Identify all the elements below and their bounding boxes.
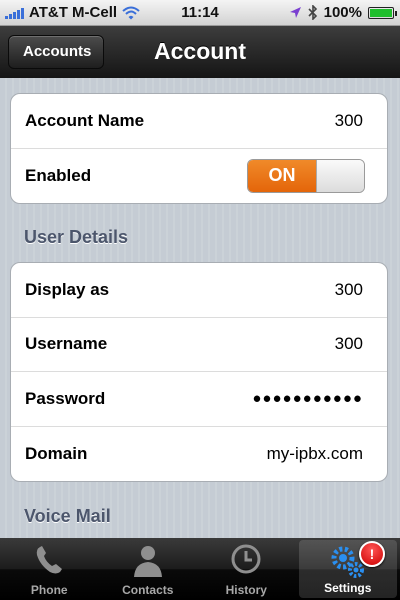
tab-phone-label: Phone <box>30 583 68 597</box>
password-label: Password <box>25 388 106 408</box>
tab-settings-label: Settings <box>324 581 372 595</box>
clock-icon <box>231 544 261 574</box>
display-as-row[interactable]: Display as 300 <box>11 263 387 318</box>
display-as-label: Display as <box>25 279 110 299</box>
account-group: Account Name 300 Enabled ON <box>10 93 388 204</box>
status-bar: AT&T M-Cell 11:14 100% <box>0 0 400 26</box>
password-value: ●●●●●●●●●●● <box>252 390 363 408</box>
username-value: 300 <box>334 334 363 354</box>
location-arrow-icon <box>289 7 301 18</box>
enabled-toggle[interactable]: ON <box>247 158 365 193</box>
voice-mail-header: Voice Mail <box>24 506 111 526</box>
tab-settings[interactable]: ! Settings <box>298 540 397 598</box>
tab-phone[interactable]: Phone <box>0 538 99 600</box>
contacts-icon <box>133 546 162 577</box>
status-right: 100% <box>289 4 397 21</box>
user-details-group: Display as 300 Username 300 Password ●●●… <box>10 262 388 482</box>
username-label: Username <box>25 334 108 354</box>
bluetooth-icon <box>308 5 317 20</box>
battery-icon <box>368 6 397 19</box>
tab-bar: Phone Contacts History ! Settings <box>0 538 400 600</box>
account-name-label: Account Name <box>25 110 145 130</box>
user-details-header: User Details <box>24 227 129 247</box>
domain-value: my-ipbx.com <box>266 443 363 463</box>
domain-row[interactable]: Domain my-ipbx.com <box>11 427 387 482</box>
tab-history[interactable]: History <box>197 538 296 600</box>
tab-contacts-label: Contacts <box>122 583 174 597</box>
display-as-value: 300 <box>334 279 363 299</box>
battery-level <box>370 8 392 17</box>
phone-icon <box>37 546 63 574</box>
settings-alert-badge: ! <box>359 541 385 567</box>
username-row[interactable]: Username 300 <box>11 318 387 372</box>
password-row[interactable]: Password ●●●●●●●●●●● <box>11 372 387 427</box>
tab-history-label: History <box>225 583 267 597</box>
account-name-value: 300 <box>334 110 363 130</box>
page-title: Account <box>154 38 246 64</box>
tab-contacts[interactable]: Contacts <box>99 538 198 600</box>
settings-content[interactable]: Account Name 300 Enabled ON User Details… <box>0 78 400 538</box>
toggle-knob <box>316 159 364 192</box>
battery-percent: 100% <box>323 4 362 21</box>
enabled-row: Enabled ON <box>11 149 387 204</box>
navigation-bar: Accounts Account <box>0 26 400 79</box>
enabled-label: Enabled <box>25 165 92 185</box>
account-name-row[interactable]: Account Name 300 <box>11 94 387 149</box>
domain-label: Domain <box>25 443 88 463</box>
toggle-on-label: ON <box>248 159 316 192</box>
